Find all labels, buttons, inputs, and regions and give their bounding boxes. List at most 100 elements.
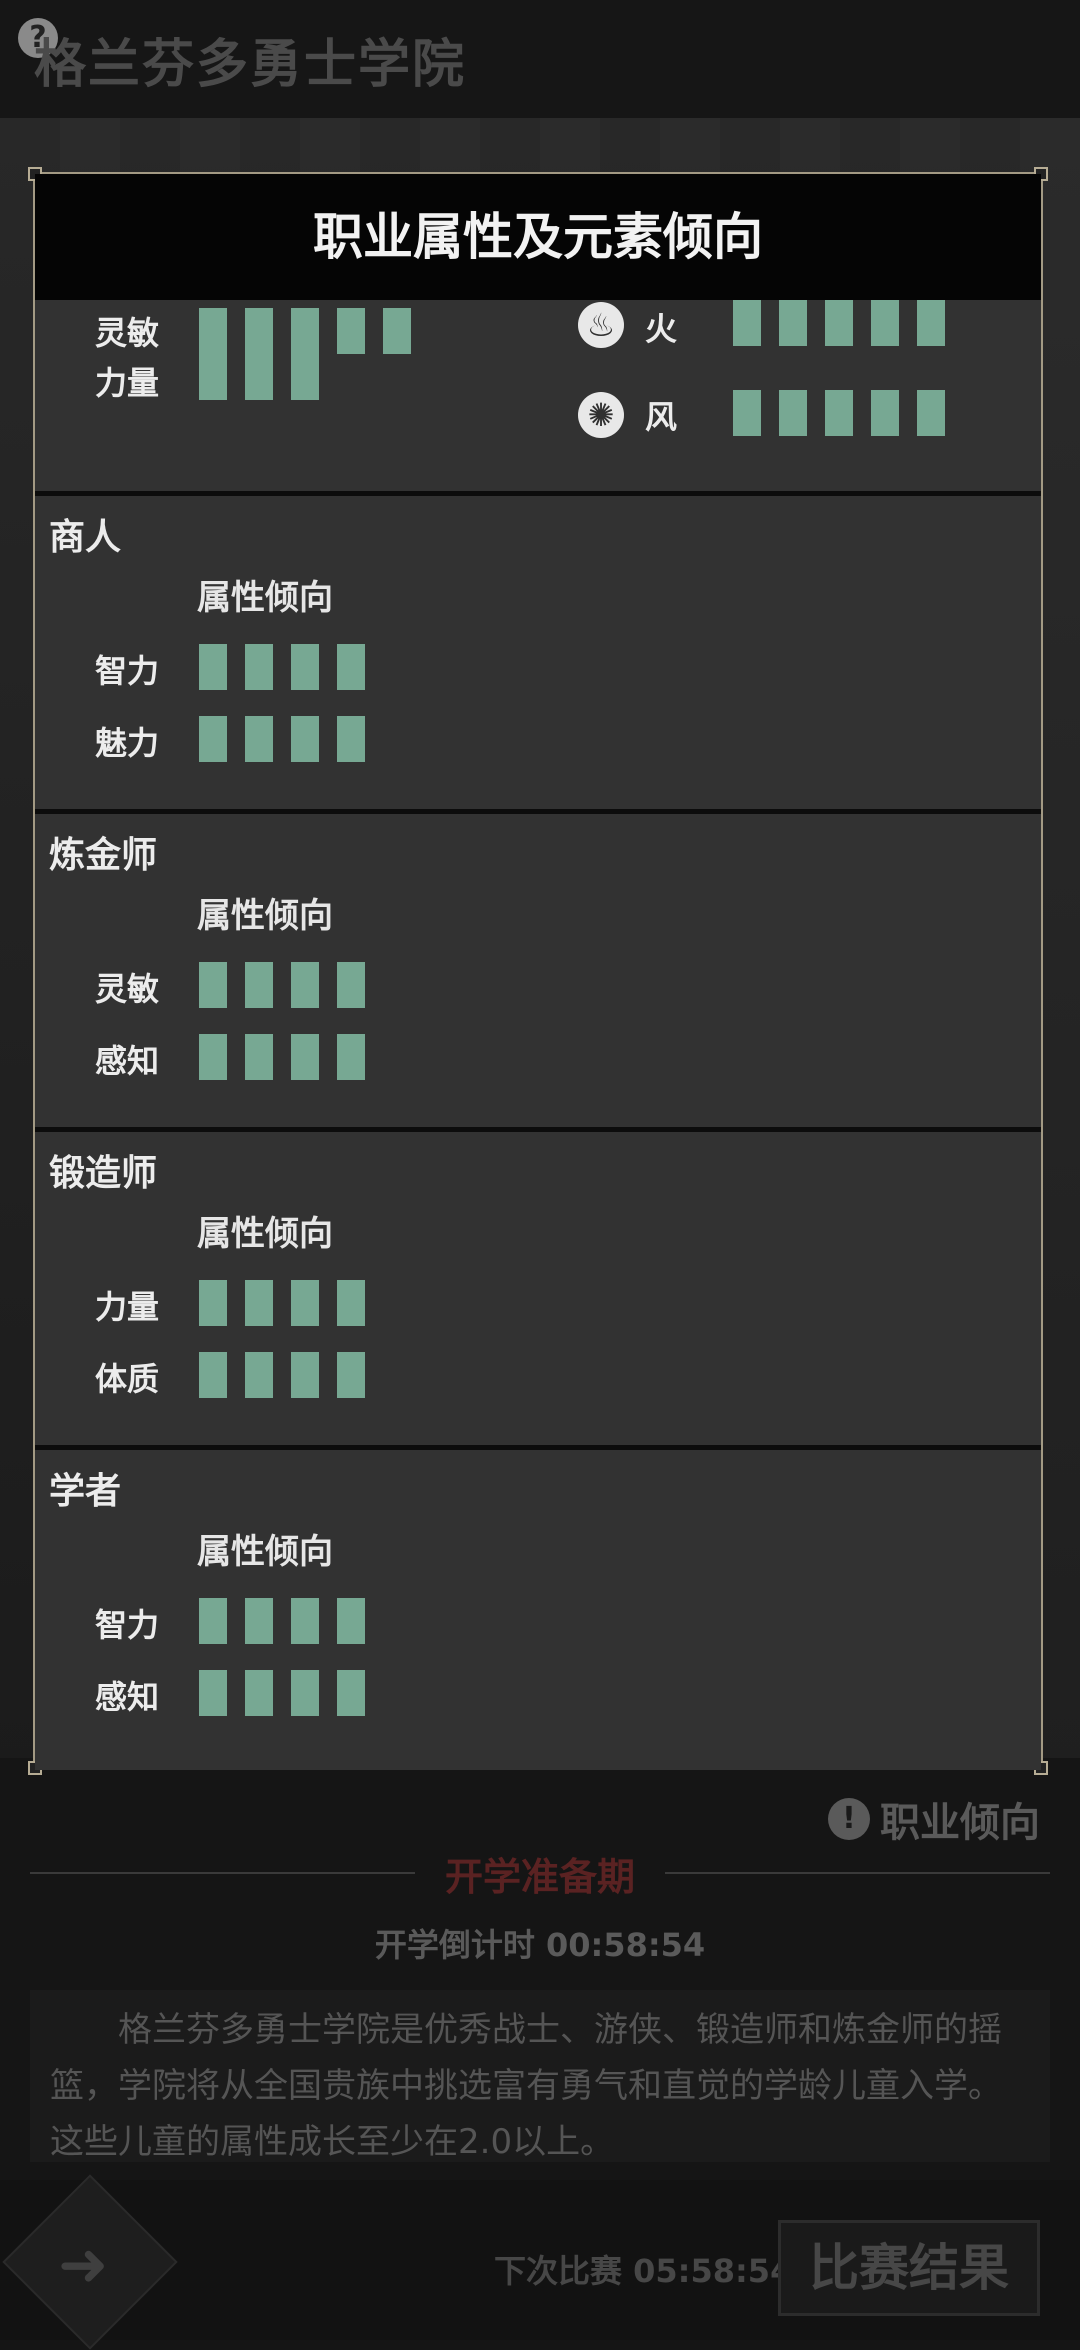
level-pip (245, 716, 273, 762)
level-pip (291, 962, 319, 1008)
element-label: 风 (645, 398, 678, 436)
level-pip (825, 390, 853, 436)
level-pip (245, 354, 273, 400)
attribute-label: 力量 (95, 1288, 160, 1326)
attribute-label: 灵敏 (95, 314, 160, 352)
attribute-label: 灵敏 (95, 970, 160, 1008)
attribute-bars (199, 1280, 365, 1326)
page-title: 格兰芬多勇士学院 (34, 35, 467, 95)
attribute-label: 感知 (95, 1042, 160, 1080)
career-section-blacksmith: 锻造师 属性倾向 力量 体质 (35, 1132, 1041, 1450)
level-pip (245, 1280, 273, 1326)
attribute-bars (199, 1034, 365, 1080)
level-pip (871, 300, 899, 346)
attribute-tendency-label: 属性倾向 (197, 896, 333, 936)
level-pip (871, 390, 899, 436)
career-name: 炼金师 (49, 835, 158, 876)
level-pip (337, 1598, 365, 1644)
level-pip (291, 308, 319, 354)
attribute-tendency-label: 属性倾向 (197, 578, 333, 618)
level-pip (199, 308, 227, 354)
attribute-label: 魅力 (95, 724, 160, 762)
level-pip (245, 1352, 273, 1398)
level-pip (825, 300, 853, 346)
attribute-bars (199, 1670, 365, 1716)
career-tendency-label: 职业倾向 (880, 1800, 1040, 1846)
level-pip (199, 1352, 227, 1398)
attribute-bars (199, 308, 411, 354)
attribute-label: 智力 (95, 652, 160, 690)
back-arrow-icon: ➜ (58, 2230, 109, 2300)
level-pip (245, 1670, 273, 1716)
attribute-bars (199, 1598, 365, 1644)
level-pip (383, 308, 411, 354)
career-section-scholar: 学者 属性倾向 智力 感知 (35, 1450, 1041, 1770)
attribute-bars (199, 354, 319, 400)
level-pip (291, 354, 319, 400)
level-pip (199, 1670, 227, 1716)
attribute-label: 力量 (95, 364, 160, 402)
level-pip (917, 390, 945, 436)
match-result-button[interactable]: 比赛结果 (778, 2220, 1040, 2316)
level-pip (733, 390, 761, 436)
level-pip (291, 1034, 319, 1080)
level-pip (199, 716, 227, 762)
career-tendency-button[interactable]: ! 职业倾向 (828, 1790, 1040, 1848)
element-bars (733, 300, 945, 346)
level-pip (245, 644, 273, 690)
wind-element-icon: ✺ (578, 392, 624, 438)
attribute-label: 体质 (95, 1360, 160, 1398)
fire-element-icon: ♨ (578, 302, 624, 348)
attribute-tendency-label: 属性倾向 (197, 1532, 333, 1572)
level-pip (291, 644, 319, 690)
level-pip (779, 300, 807, 346)
level-pip (917, 300, 945, 346)
level-pip (245, 1598, 273, 1644)
level-pip (245, 308, 273, 354)
career-section-partial: 灵敏 力量 ♨ 火 ✺ 风 (35, 300, 1041, 496)
attribute-tendency-label: 属性倾向 (197, 1214, 333, 1254)
level-pip (199, 644, 227, 690)
level-pip (337, 716, 365, 762)
level-pip (337, 962, 365, 1008)
level-pip (291, 716, 319, 762)
level-pip (291, 1670, 319, 1716)
phase-divider: 开学准备期 (30, 1848, 1050, 1899)
level-pip (337, 1280, 365, 1326)
attribute-bars (199, 644, 365, 690)
element-label: 火 (645, 310, 678, 348)
level-pip (199, 1598, 227, 1644)
level-pip (779, 390, 807, 436)
modal-title: 职业属性及元素倾向 (35, 174, 1041, 300)
level-pip (733, 300, 761, 346)
level-pip (291, 1598, 319, 1644)
level-pip (199, 962, 227, 1008)
attribute-modal: 职业属性及元素倾向 灵敏 力量 ♨ 火 ✺ 风 商人 属性倾向 智力 魅力 炼金… (28, 167, 1048, 1775)
level-pip (291, 1280, 319, 1326)
attribute-bars (199, 716, 365, 762)
level-pip (199, 354, 227, 400)
level-pip (337, 308, 365, 354)
career-section-merchant: 商人 属性倾向 智力 魅力 (35, 496, 1041, 814)
academy-description: 格兰芬多勇士学院是优秀战士、游侠、锻造师和炼金师的摇篮，学院将从全国贵族中挑选富… (30, 1990, 1050, 2162)
career-list[interactable]: 灵敏 力量 ♨ 火 ✺ 风 商人 属性倾向 智力 魅力 炼金师 属性倾向 灵敏 (35, 300, 1041, 1770)
level-pip (337, 1352, 365, 1398)
level-pip (291, 1352, 319, 1398)
level-pip (337, 1670, 365, 1716)
attribute-label: 感知 (95, 1678, 160, 1716)
career-section-alchemist: 炼金师 属性倾向 灵敏 感知 (35, 814, 1041, 1132)
level-pip (337, 644, 365, 690)
career-name: 锻造师 (49, 1153, 158, 1194)
career-name: 学者 (49, 1471, 122, 1512)
phase-label: 开学准备期 (445, 1854, 636, 1899)
career-name: 商人 (49, 517, 122, 558)
level-pip (245, 962, 273, 1008)
attribute-bars (199, 1352, 365, 1398)
attribute-label: 智力 (95, 1606, 160, 1644)
countdown-text: 开学倒计时 00:58:54 (374, 1926, 706, 1964)
level-pip (245, 1034, 273, 1080)
level-pip (199, 1280, 227, 1326)
level-pip (199, 1034, 227, 1080)
next-match-timer: 下次比赛 05:58:54 (494, 2252, 793, 2290)
level-pip (337, 1034, 365, 1080)
